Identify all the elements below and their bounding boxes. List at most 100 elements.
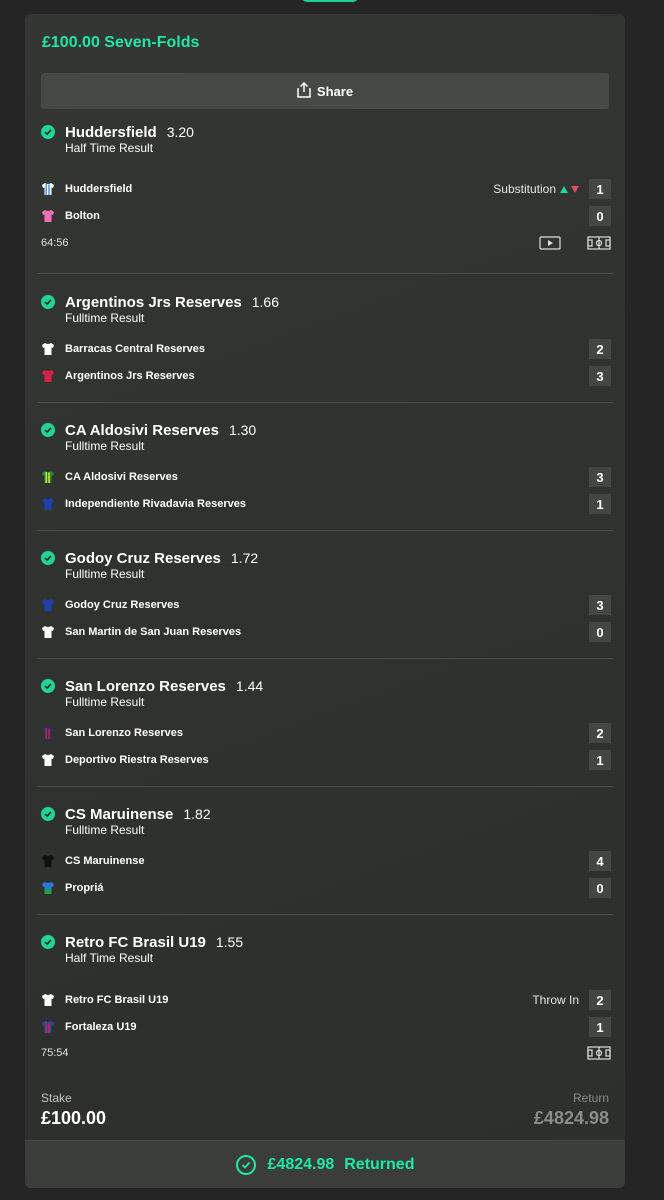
match-clock: 75:54 [41, 1047, 69, 1059]
check-icon [41, 551, 55, 565]
away-team-row: Bolton 0 [41, 206, 611, 226]
play-video-icon[interactable] [539, 236, 561, 250]
away-score: 1 [589, 750, 611, 770]
arrow-up-icon [560, 185, 568, 193]
away-team-name: Independiente Rivadavia Reserves [65, 498, 246, 510]
check-icon [41, 679, 55, 693]
shirt-icon [42, 370, 54, 382]
home-team-name: CA Aldosivi Reserves [65, 471, 178, 483]
shirt-icon [42, 343, 54, 355]
shirt-icon [42, 994, 54, 1006]
selection-team: San Lorenzo Reserves [65, 677, 226, 695]
home-team-row: Huddersfield Substitution 1 [41, 179, 611, 199]
returned-banner: £4824.98 Returned [25, 1140, 625, 1188]
selection-team: Godoy Cruz Reserves [65, 549, 221, 567]
home-team-name: Godoy Cruz Reserves [65, 599, 180, 611]
arrow-down-icon [571, 185, 579, 193]
selection-huddersfield: Huddersfield 3.20 Half Time Result Hudde… [37, 122, 613, 274]
shirt-icon [42, 599, 54, 611]
away-team-row: Fortaleza U19 1 [41, 1017, 611, 1037]
selection-market: Half Time Result [65, 141, 154, 155]
home-team-name: CS Maruinense [65, 855, 145, 867]
shirt-icon [42, 754, 54, 766]
match-clock: 64:56 [41, 237, 69, 249]
away-team-name: Bolton [65, 210, 100, 222]
shirt-icon [42, 1021, 54, 1033]
away-team-name: Fortaleza U19 [65, 1021, 137, 1033]
check-icon [41, 125, 55, 139]
selection-cs-maruinense: CS Maruinense 1.82 Fulltime Result CS Ma… [37, 804, 613, 915]
home-team-name: San Lorenzo Reserves [65, 727, 183, 739]
returned-amount: £4824.98 [267, 1155, 335, 1173]
home-team-name: Retro FC Brasil U19 [65, 994, 169, 1006]
clock-row: 64:56 [41, 234, 611, 252]
bet-title: £100.00 Seven-Folds [42, 34, 200, 51]
away-team-row: Deportivo Riestra Reserves 1 [41, 750, 611, 770]
selection-team: Retro FC Brasil U19 [65, 933, 206, 951]
selection-market: Fulltime Result [65, 439, 145, 453]
share-button[interactable]: Share [41, 73, 609, 109]
live-event: Throw In [532, 993, 579, 1007]
shirt-icon [42, 727, 54, 739]
home-score: 3 [589, 467, 611, 487]
pitch-icon[interactable] [587, 1046, 611, 1060]
bet-card: £100.00 Seven-Folds Share Huddersfield 3… [25, 14, 625, 1188]
share-icon [297, 81, 317, 101]
pitch-icon[interactable] [587, 236, 611, 250]
selection-odds: 1.82 [183, 806, 211, 822]
check-circle-icon [235, 1154, 256, 1175]
away-team-name: Argentinos Jrs Reserves [65, 370, 195, 382]
selection-ca-aldosivi-reserves: CA Aldosivi Reserves 1.30 Fulltime Resul… [37, 420, 613, 531]
home-team-name: Barracas Central Reserves [65, 343, 206, 355]
selection-retro-fc-brasil-u19: Retro FC Brasil U19 1.55 Half Time Resul… [37, 932, 613, 1072]
home-score: 2 [589, 990, 611, 1010]
check-icon [41, 807, 55, 821]
returned-label: Returned [344, 1155, 415, 1173]
home-team-row: Barracas Central Reserves 2 [41, 339, 611, 359]
home-score: 4 [589, 851, 611, 871]
away-team-row: Propriá 0 [41, 878, 611, 898]
away-team-row: Argentinos Jrs Reserves 3 [41, 366, 611, 386]
away-team-name: Propriá [65, 882, 104, 894]
home-team-name: Huddersfield [65, 183, 133, 195]
selection-odds: 1.55 [215, 934, 244, 950]
home-score: 2 [589, 723, 611, 743]
away-team-name: Deportivo Riestra Reserves [65, 754, 209, 766]
check-icon [41, 935, 55, 949]
shirt-icon [42, 626, 54, 638]
clock-row: 75:54 [41, 1044, 611, 1062]
away-score: 0 [589, 206, 611, 226]
selection-odds: 1.66 [251, 294, 279, 310]
return-label: Return [572, 1091, 609, 1105]
home-team-row: Godoy Cruz Reserves 3 [41, 595, 611, 615]
selection-godoy-cruz-reserves: Godoy Cruz Reserves 1.72 Fulltime Result… [37, 548, 613, 659]
stake-label: Stake [41, 1091, 72, 1105]
selection-odds: 1.72 [230, 550, 259, 566]
away-score: 0 [589, 878, 611, 898]
share-label: Share [316, 83, 354, 99]
away-score: 1 [589, 1017, 611, 1037]
home-team-row: CA Aldosivi Reserves 3 [41, 467, 611, 487]
away-score: 0 [589, 622, 611, 642]
selection-market: Fulltime Result [65, 311, 145, 325]
home-score: 3 [589, 595, 611, 615]
home-score: 1 [589, 179, 611, 199]
shirt-icon [42, 855, 54, 867]
shirt-icon [42, 210, 54, 222]
home-team-row: CS Maruinense 4 [41, 851, 611, 871]
home-team-row: Retro FC Brasil U19 Throw In 2 [41, 990, 611, 1010]
selection-team: CS Maruinense [65, 805, 174, 823]
selection-odds: 1.30 [228, 422, 257, 438]
selection-san-lorenzo-reserves: San Lorenzo Reserves 1.44 Fulltime Resul… [37, 676, 613, 787]
home-score: 2 [589, 339, 611, 359]
selection-market: Fulltime Result [65, 823, 145, 837]
shirt-icon [42, 183, 54, 195]
away-team-name: San Martin de San Juan Reserves [65, 626, 242, 638]
return-value: £4824.98 [533, 1108, 609, 1128]
check-icon [41, 295, 55, 309]
home-team-row: San Lorenzo Reserves 2 [41, 723, 611, 743]
selection-market: Fulltime Result [65, 567, 145, 581]
away-team-row: Independiente Rivadavia Reserves 1 [41, 494, 611, 514]
check-icon [41, 423, 55, 437]
selection-odds: 3.20 [166, 124, 194, 140]
